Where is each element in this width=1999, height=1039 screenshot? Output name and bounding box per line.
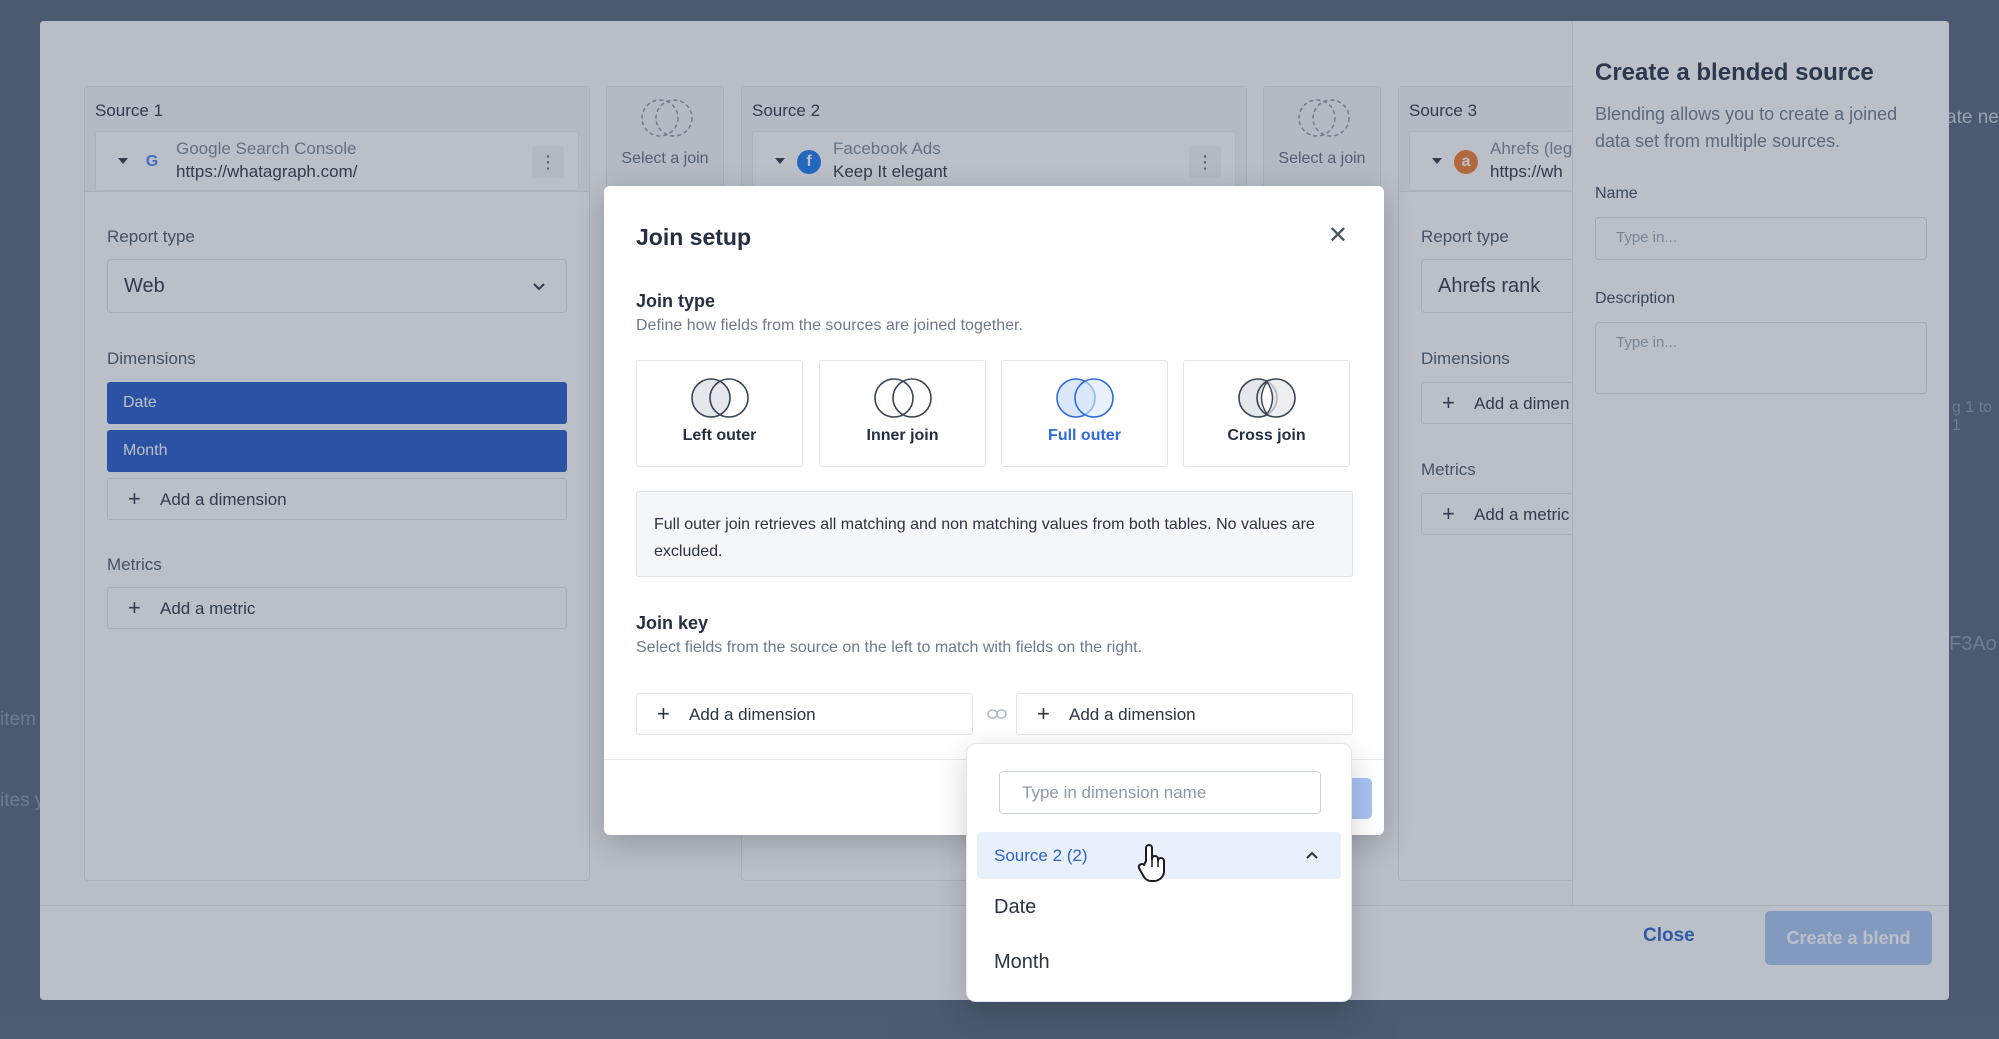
join-setup-modal: Join setup ✕ Join type Define how fields… [604, 186, 1384, 835]
dropdown-option[interactable]: Month [994, 951, 1050, 974]
join-key-subtitle: Select fields from the source on the lef… [636, 639, 1143, 656]
join-type-label: Inner join [866, 427, 939, 444]
modal-title: Join setup [636, 224, 752, 250]
join-type-left-outer[interactable]: Left outer [636, 360, 803, 467]
dimension-search-input[interactable]: Type in dimension name [999, 771, 1321, 814]
right-key-label: Add a dimension [1069, 705, 1196, 724]
plus-icon: + [657, 701, 670, 726]
join-type-label: Full outer [1048, 427, 1121, 444]
left-key-label: Add a dimension [689, 705, 816, 724]
dropdown-option[interactable]: Date [994, 896, 1036, 919]
group-label: Source 2 (2) [994, 846, 1088, 865]
join-type-title: Join type [636, 291, 716, 311]
join-key-title: Join key [636, 613, 709, 633]
chevron-up-icon [1306, 851, 1318, 859]
join-type-subtitle: Define how fields from the sources are j… [636, 317, 1023, 334]
left-outer-icon [690, 378, 749, 418]
join-type-label: Left outer [682, 427, 757, 444]
close-icon[interactable]: ✕ [1328, 224, 1348, 248]
join-type-cross[interactable]: Cross join [1183, 360, 1350, 467]
full-outer-icon [1055, 378, 1114, 418]
link-icon [987, 709, 1007, 719]
cross-join-icon [1237, 378, 1296, 418]
join-type-full-outer[interactable]: Full outer [1001, 360, 1168, 467]
join-type-info: Full outer join retrieves all matching a… [636, 491, 1353, 577]
left-key-add-dimension-button[interactable]: + Add a dimension [636, 693, 973, 735]
join-type-inner[interactable]: Inner join [819, 360, 986, 467]
hand-cursor-icon [1137, 844, 1165, 882]
inner-join-icon [873, 378, 932, 418]
join-type-label: Cross join [1227, 427, 1306, 444]
plus-icon: + [1037, 701, 1050, 726]
right-key-add-dimension-button[interactable]: + Add a dimension [1016, 693, 1353, 735]
